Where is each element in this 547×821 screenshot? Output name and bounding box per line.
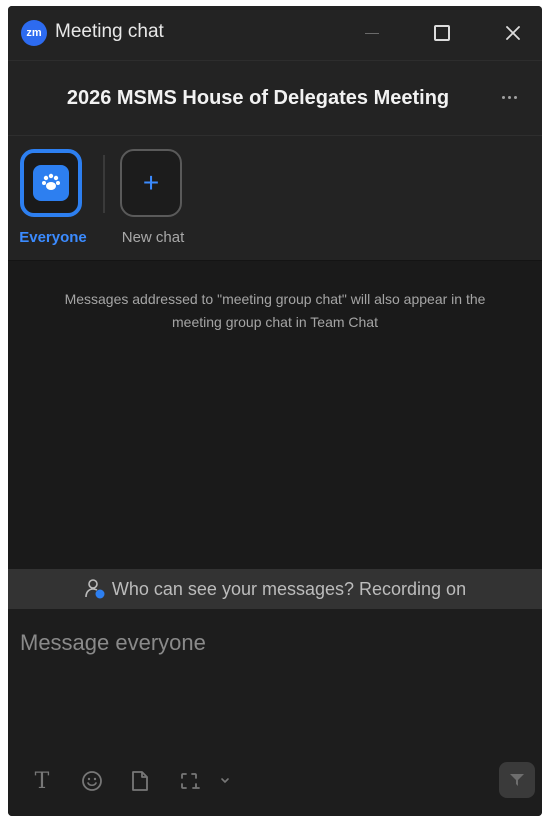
meeting-title: 2026 MSMS House of Delegates Meeting bbox=[66, 87, 450, 109]
visibility-text: Who can see your messages? Recording on bbox=[111, 578, 467, 599]
window-title: Meeting chat bbox=[55, 21, 164, 42]
minimize-icon bbox=[365, 32, 379, 34]
more-options-button[interactable] bbox=[494, 85, 524, 109]
emoji-button[interactable] bbox=[78, 767, 106, 795]
recipient-new-chat[interactable]: + New chat bbox=[108, 149, 198, 257]
close-button[interactable] bbox=[499, 19, 527, 47]
screenshot-icon bbox=[181, 773, 200, 789]
screenshot-options-button[interactable] bbox=[216, 767, 234, 795]
text-format-button[interactable]: T bbox=[28, 767, 56, 795]
recipient-everyone[interactable]: Everyone bbox=[8, 149, 98, 257]
file-icon bbox=[132, 771, 148, 791]
paw-icon bbox=[42, 173, 60, 190]
title-bar: zm Meeting chat bbox=[8, 6, 542, 61]
minimize-button[interactable] bbox=[358, 19, 386, 47]
compose-area: T bbox=[8, 609, 542, 816]
recipient-selector: Everyone + New chat bbox=[8, 136, 542, 261]
everyone-avatar bbox=[20, 149, 82, 217]
more-options-icon bbox=[501, 95, 505, 99]
recipient-divider bbox=[103, 155, 105, 213]
maximize-icon bbox=[434, 25, 450, 41]
recipient-label-everyone: Everyone bbox=[19, 229, 87, 246]
message-list[interactable]: Messages addressed to "meeting group cha… bbox=[8, 261, 542, 571]
meeting-chat-window: zm Meeting chat 2026 MSMS House of Deleg… bbox=[8, 6, 542, 816]
close-icon bbox=[506, 26, 520, 40]
person-visibility-icon bbox=[85, 579, 105, 599]
file-button[interactable] bbox=[126, 767, 154, 795]
emoji-icon bbox=[82, 771, 102, 791]
recipient-label-new-chat: New chat bbox=[121, 229, 185, 246]
screenshot-button[interactable] bbox=[175, 767, 203, 795]
message-visibility-bar[interactable]: Who can see your messages? Recording on bbox=[8, 569, 542, 609]
meeting-header: 2026 MSMS House of Delegates Meeting bbox=[8, 61, 542, 136]
message-input[interactable] bbox=[20, 623, 520, 663]
group-chat-notice: Messages addressed to "meeting group cha… bbox=[64, 291, 486, 330]
maximize-button[interactable] bbox=[428, 19, 456, 47]
text-format-icon: T bbox=[34, 768, 50, 794]
compose-toolbar: T bbox=[8, 757, 542, 805]
zoom-logo: zm bbox=[21, 20, 47, 46]
chevron-down-icon bbox=[221, 778, 229, 784]
send-button[interactable] bbox=[499, 762, 535, 798]
plus-icon: + bbox=[142, 167, 160, 198]
send-icon bbox=[510, 774, 524, 786]
new-chat-tile: + bbox=[120, 149, 182, 217]
